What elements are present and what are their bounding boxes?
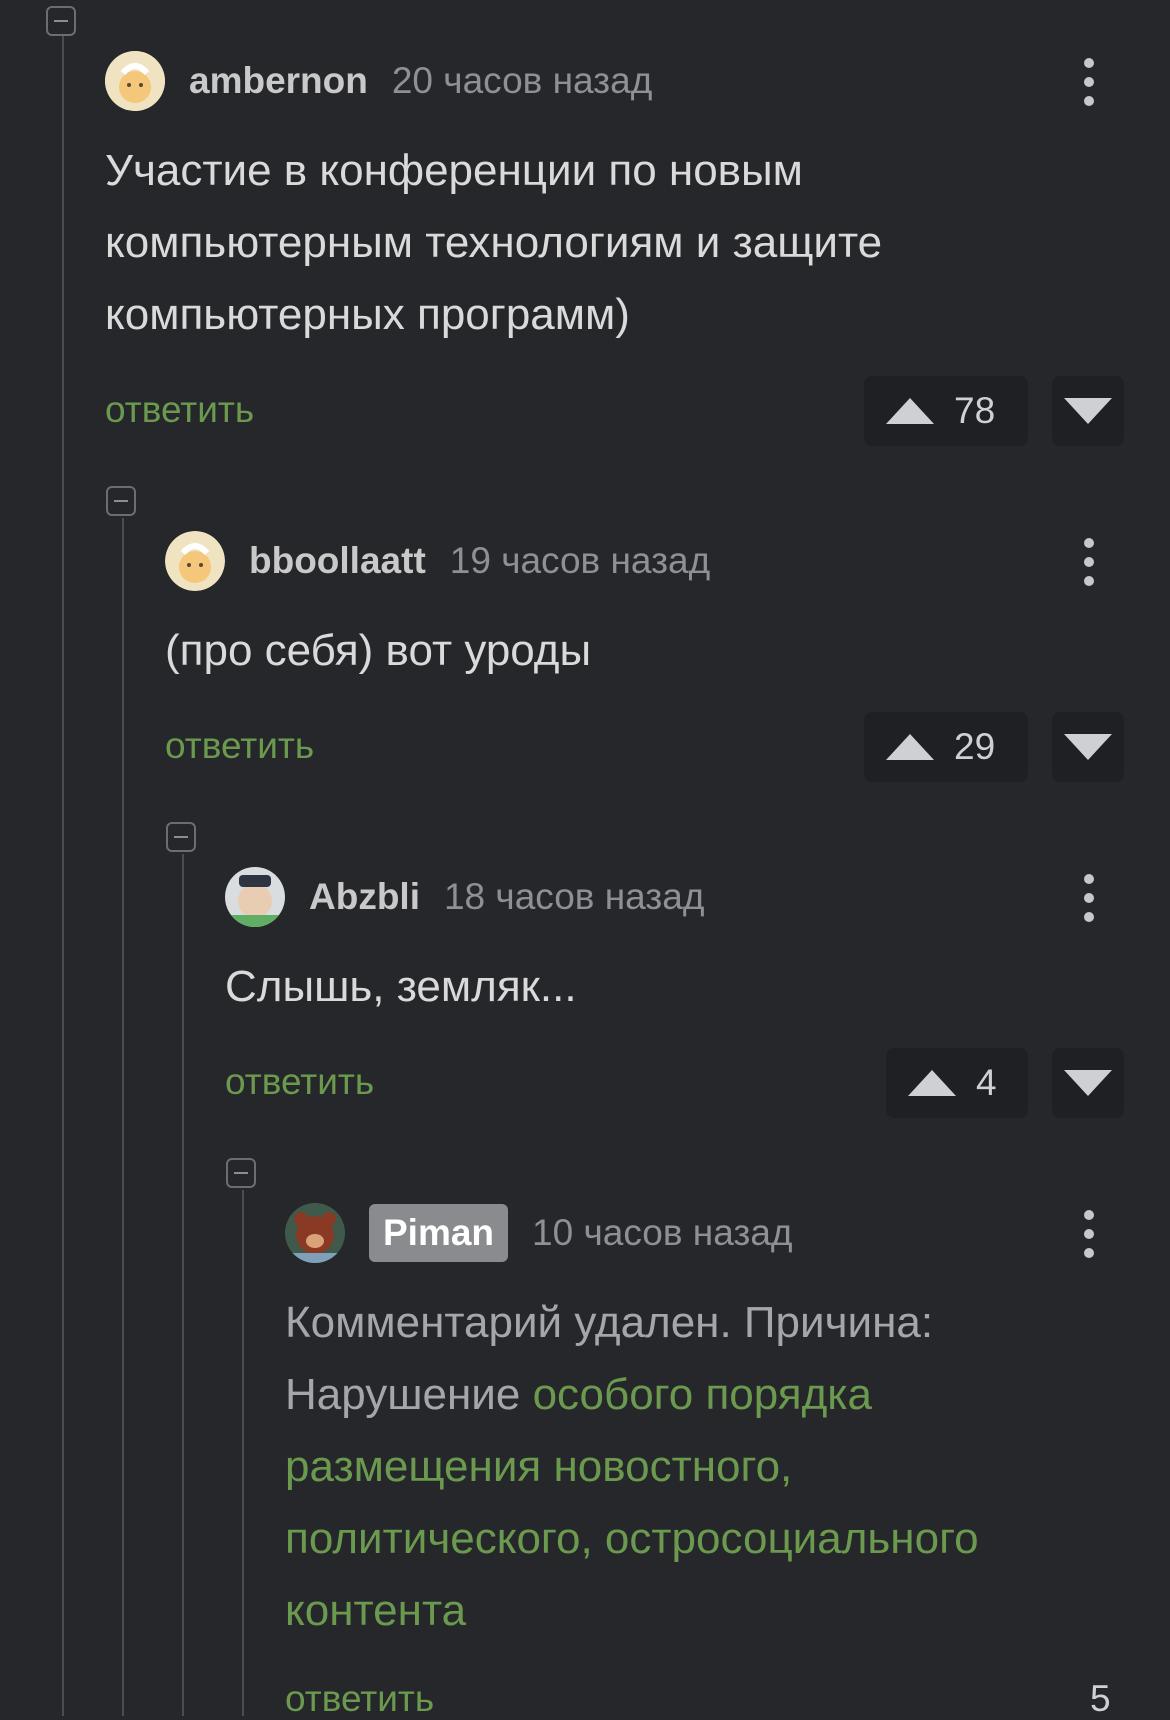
more-vertical-icon[interactable] — [1079, 1210, 1099, 1258]
username[interactable]: Abzbli — [309, 876, 420, 918]
avatar-image-icon — [285, 1203, 345, 1263]
collapse-icon[interactable] — [106, 486, 136, 516]
upvote-button[interactable]: 4 — [886, 1048, 1028, 1118]
upvote-arrow-icon — [886, 734, 934, 760]
thread-line-level-3 — [182, 854, 184, 1716]
comment-header: Piman 10 часов назад — [285, 1203, 793, 1263]
comment-header: Abzbli 18 часов назад — [225, 867, 704, 927]
avatar-image-icon — [105, 51, 165, 111]
timestamp[interactable]: 20 часов назад — [392, 60, 652, 102]
collapse-icon[interactable] — [226, 1158, 256, 1188]
collapse-icon[interactable] — [166, 822, 196, 852]
rating-count: 78 — [954, 390, 996, 431]
comment-text: Участие в конференции по новым компьютер… — [105, 146, 883, 339]
username[interactable]: ambernon — [189, 60, 368, 102]
downvote-button[interactable] — [1052, 712, 1124, 782]
downvote-arrow-icon — [1064, 734, 1112, 760]
avatar[interactable] — [105, 51, 165, 111]
upvote-button[interactable]: 29 — [864, 712, 1028, 782]
thread-line-level-2 — [122, 518, 124, 1716]
timestamp[interactable]: 10 часов назад — [532, 1212, 792, 1254]
comment-header: ambernon 20 часов назад — [105, 51, 652, 111]
comment-header: bboollaatt 19 часов назад — [165, 531, 710, 591]
comment-text: (про себя) вот уроды — [165, 626, 592, 675]
reply-button[interactable]: ответить — [285, 1678, 434, 1720]
reply-button[interactable]: ответить — [165, 725, 314, 767]
reply-button[interactable]: ответить — [225, 1061, 374, 1103]
username-badge[interactable]: Piman — [369, 1204, 509, 1262]
avatar[interactable] — [225, 867, 285, 927]
rating-count: 5 — [1090, 1678, 1111, 1719]
avatar-image-icon — [165, 531, 225, 591]
downvote-button[interactable] — [1052, 376, 1124, 446]
thread-line-level-4 — [242, 1190, 244, 1716]
avatar-image-icon — [225, 867, 285, 927]
upvote-button[interactable]: 78 — [864, 376, 1028, 446]
timestamp[interactable]: 18 часов назад — [444, 876, 704, 918]
username[interactable]: bboollaatt — [249, 540, 426, 582]
timestamp[interactable]: 19 часов назад — [450, 540, 710, 582]
deleted-comment-text: Комментарий удален. Причина: Нарушение о… — [285, 1287, 1085, 1647]
rating-count: 4 — [976, 1062, 997, 1103]
comment-text: Слышь, земляк... — [225, 962, 577, 1011]
avatar[interactable] — [165, 531, 225, 591]
upvote-arrow-icon — [908, 1070, 956, 1096]
more-vertical-icon[interactable] — [1079, 538, 1099, 586]
reply-button[interactable]: ответить — [105, 389, 254, 431]
more-vertical-icon[interactable] — [1079, 874, 1099, 922]
thread-line-level-1 — [62, 34, 64, 1716]
avatar[interactable] — [285, 1203, 345, 1263]
upvote-arrow-icon — [886, 398, 934, 424]
downvote-arrow-icon — [1064, 398, 1112, 424]
collapse-icon[interactable] — [46, 6, 76, 36]
rating-count: 29 — [954, 726, 996, 767]
downvote-button[interactable] — [1052, 1048, 1124, 1118]
downvote-arrow-icon — [1064, 1070, 1112, 1096]
more-vertical-icon[interactable] — [1079, 58, 1099, 106]
